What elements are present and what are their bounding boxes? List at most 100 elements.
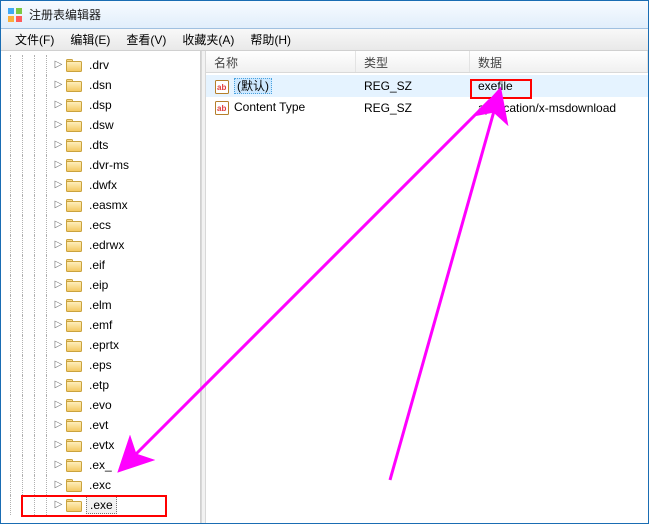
expander-icon[interactable]: ▷ <box>53 340 64 351</box>
folder-icon <box>66 118 82 132</box>
expander-icon[interactable]: ▷ <box>53 180 64 191</box>
tree-item[interactable]: ▷.exe <box>5 495 200 515</box>
tree-item-label: .drv <box>86 57 112 73</box>
tree-item-label: .dvr-ms <box>86 157 132 173</box>
folder-icon <box>66 398 82 412</box>
value-name: Content Type <box>234 100 305 114</box>
tree-item-label: .dsw <box>86 117 117 133</box>
tree-item-label: .eip <box>86 277 111 293</box>
expander-icon[interactable]: ▷ <box>53 200 64 211</box>
expander-icon[interactable]: ▷ <box>53 280 64 291</box>
tree-item[interactable]: ▷ .drv <box>5 55 200 75</box>
tree-item[interactable]: ▷ .elm <box>5 295 200 315</box>
folder-icon <box>66 238 82 252</box>
tree-item[interactable]: ▷ .dvr-ms <box>5 155 200 175</box>
tree-item[interactable]: ▷.ex_ <box>5 455 200 475</box>
folder-icon <box>66 378 82 392</box>
window-title: 注册表编辑器 <box>29 6 101 23</box>
tree-item-label: .ecs <box>86 217 114 233</box>
value-data: exefile <box>470 77 648 95</box>
content-area: ▷.drv▷.dsn▷.dsp▷.dsw▷.dts▷.dvr-ms▷.dwfx▷… <box>1 51 648 523</box>
expander-icon[interactable]: ▷ <box>53 320 64 331</box>
tree-item[interactable]: ▷.emf <box>5 315 200 335</box>
folder-icon <box>66 498 82 512</box>
value-data: application/x-msdownload <box>470 99 648 117</box>
value-name: (默认) <box>234 78 272 94</box>
string-value-icon: ab <box>214 100 230 116</box>
expander-icon[interactable]: ▷ <box>53 420 64 431</box>
tree-item-label: .evt <box>86 417 111 433</box>
menu-help[interactable]: 帮助(H) <box>242 29 299 50</box>
expander-icon[interactable]: ▷ <box>53 400 64 411</box>
folder-icon <box>66 298 82 312</box>
folder-icon <box>66 78 82 92</box>
expander-icon[interactable]: ▷ <box>53 100 64 111</box>
menu-favorites[interactable]: 收藏夹(A) <box>174 29 242 50</box>
column-name[interactable]: 名称 <box>206 51 356 72</box>
svg-text:ab: ab <box>217 104 226 113</box>
tree-item[interactable]: ▷ .evt <box>5 415 200 435</box>
expander-icon[interactable]: ▷ <box>53 160 64 171</box>
regedit-icon <box>7 7 23 23</box>
expander-icon[interactable]: ▷ <box>53 500 64 511</box>
tree-item[interactable]: ▷.eif <box>5 255 200 275</box>
tree-item[interactable]: ▷.eprtx <box>5 335 200 355</box>
expander-icon[interactable]: ▷ <box>53 60 64 71</box>
expander-icon[interactable]: ▷ <box>53 260 64 271</box>
expander-icon[interactable]: ▷ <box>53 440 64 451</box>
tree-item[interactable]: ▷ .eip <box>5 275 200 295</box>
expander-icon[interactable]: ▷ <box>53 140 64 151</box>
tree-item-label: .evo <box>86 397 115 413</box>
tree-item-label: .elm <box>86 297 115 313</box>
menubar: 文件(F) 编辑(E) 查看(V) 收藏夹(A) 帮助(H) <box>1 29 648 51</box>
tree-item[interactable]: ▷ .exc <box>5 475 200 495</box>
tree-item[interactable]: ▷ .eps <box>5 355 200 375</box>
expander-icon[interactable]: ▷ <box>53 220 64 231</box>
tree-item[interactable]: ▷.edrwx <box>5 235 200 255</box>
expander-icon[interactable]: ▷ <box>53 360 64 371</box>
folder-icon <box>66 338 82 352</box>
expander-icon[interactable]: ▷ <box>53 120 64 131</box>
tree-item[interactable]: ▷.dwfx <box>5 175 200 195</box>
tree-item[interactable]: ▷.dts <box>5 135 200 155</box>
column-type[interactable]: 类型 <box>356 51 470 72</box>
tree-item-label: .etp <box>86 377 112 393</box>
expander-icon[interactable]: ▷ <box>53 460 64 471</box>
list-header: 名称 类型 数据 <box>206 51 648 73</box>
expander-icon[interactable]: ▷ <box>53 300 64 311</box>
list-pane[interactable]: 名称 类型 数据 ab(默认)REG_SZexefileabContent Ty… <box>206 51 648 523</box>
folder-icon <box>66 58 82 72</box>
tree-item[interactable]: ▷ .evo <box>5 395 200 415</box>
expander-icon[interactable]: ▷ <box>53 380 64 391</box>
tree-item[interactable]: ▷ .easmx <box>5 195 200 215</box>
column-data[interactable]: 数据 <box>470 51 648 72</box>
menu-file[interactable]: 文件(F) <box>7 29 62 50</box>
tree-item[interactable]: ▷.dsn <box>5 75 200 95</box>
tree-item-label: .easmx <box>86 197 131 213</box>
folder-icon <box>66 278 82 292</box>
tree-item[interactable]: ▷ .ecs <box>5 215 200 235</box>
list-row[interactable]: abContent TypeREG_SZapplication/x-msdown… <box>206 97 648 119</box>
string-value-icon: ab <box>214 79 230 95</box>
tree-item[interactable]: ▷.evtx <box>5 435 200 455</box>
folder-icon <box>66 478 82 492</box>
list-row[interactable]: ab(默认)REG_SZexefile <box>206 75 648 97</box>
tree-pane[interactable]: ▷.drv▷.dsn▷.dsp▷.dsw▷.dts▷.dvr-ms▷.dwfx▷… <box>1 51 201 523</box>
expander-icon[interactable]: ▷ <box>53 80 64 91</box>
folder-icon <box>66 458 82 472</box>
tree-item-label: .eps <box>86 357 115 373</box>
tree-item-label: .exc <box>86 477 114 493</box>
expander-icon[interactable]: ▷ <box>53 240 64 251</box>
folder-icon <box>66 218 82 232</box>
folder-icon <box>66 98 82 112</box>
tree-item-label: .dsp <box>86 97 115 113</box>
folder-icon <box>66 178 82 192</box>
menu-view[interactable]: 查看(V) <box>118 29 174 50</box>
expander-icon[interactable]: ▷ <box>53 480 64 491</box>
menu-edit[interactable]: 编辑(E) <box>62 29 118 50</box>
folder-icon <box>66 438 82 452</box>
tree-item[interactable]: ▷ .dsw <box>5 115 200 135</box>
tree-item[interactable]: ▷ .dsp <box>5 95 200 115</box>
tree-item[interactable]: ▷ .etp <box>5 375 200 395</box>
titlebar: 注册表编辑器 <box>1 1 648 29</box>
